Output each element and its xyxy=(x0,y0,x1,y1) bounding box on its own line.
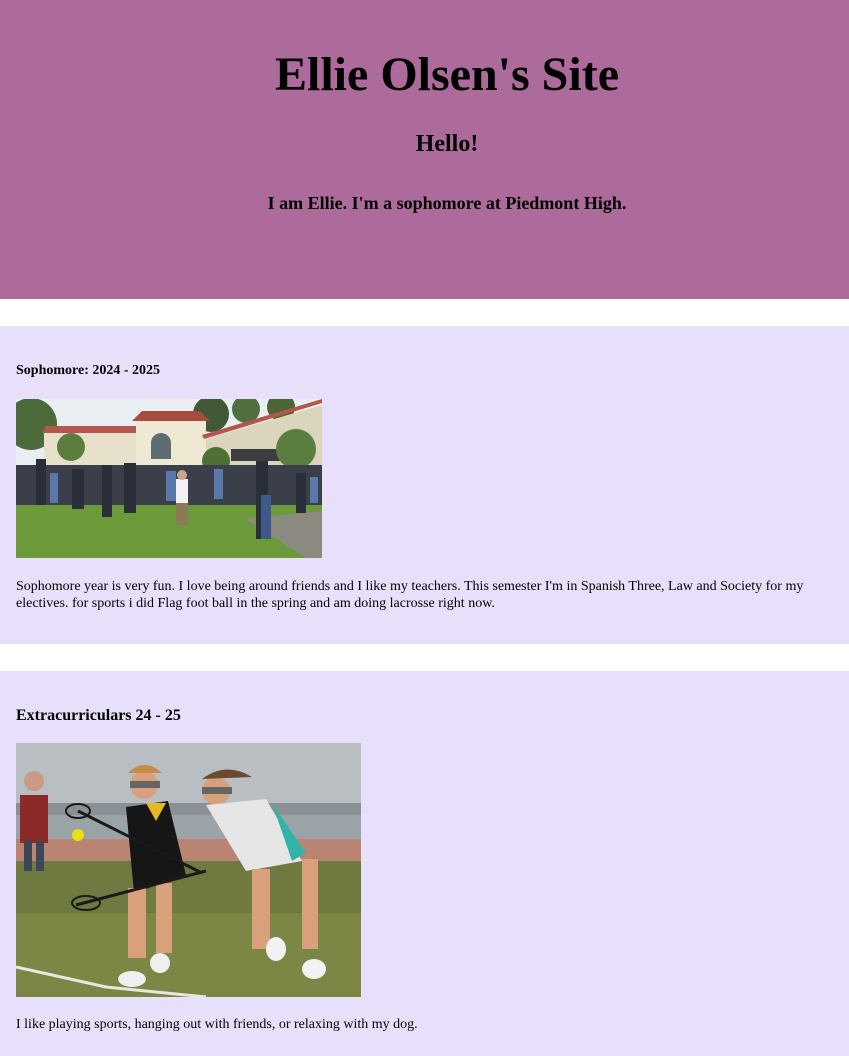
school-photo xyxy=(16,399,322,558)
intro-text: I am Ellie. I'm a sophomore at Piedmont … xyxy=(267,193,627,213)
section-text: Sophomore year is very fun. I love being… xyxy=(16,579,804,611)
extracurriculars-section: Extracurriculars 24 - 25 I like playing … xyxy=(0,671,849,1056)
section-heading: Extracurriculars 24 - 25 xyxy=(16,707,181,724)
section-heading: Sophomore: 2024 - 2025 xyxy=(16,363,161,378)
lacrosse-photo xyxy=(16,743,361,997)
site-header: Ellie Olsen's Site Hello! I am Ellie. I'… xyxy=(0,0,849,299)
site-title: Ellie Olsen's Site xyxy=(274,48,619,101)
sophomore-section: Sophomore: 2024 - 2025 Sophomore year is… xyxy=(0,326,849,644)
section-text: I like playing sports, hanging out with … xyxy=(16,1017,418,1032)
greeting-heading: Hello! xyxy=(415,131,479,157)
